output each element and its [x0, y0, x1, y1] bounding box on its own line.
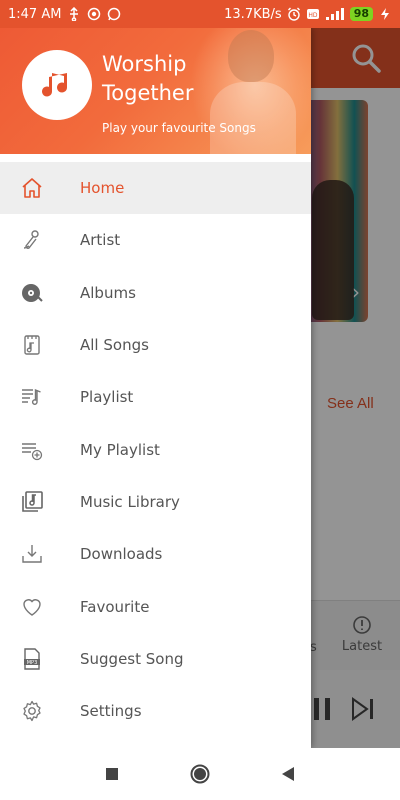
menu-item-suggest-song[interactable]: MP3 Suggest Song: [0, 633, 311, 685]
menu-item-my-playlist[interactable]: My Playlist: [0, 423, 311, 475]
status-time: 1:47 AM: [8, 6, 62, 22]
menu-item-downloads[interactable]: Downloads: [0, 528, 311, 580]
record-icon: [87, 7, 101, 21]
menu-item-playlist[interactable]: Playlist: [0, 371, 311, 423]
menu-label: Home: [80, 179, 125, 198]
menu-label: Music Library: [80, 492, 180, 511]
menu-label: Suggest Song: [80, 649, 184, 668]
app-logo: [22, 50, 92, 120]
menu-item-music-library[interactable]: Music Library: [0, 476, 311, 528]
home-button[interactable]: [187, 761, 213, 787]
menu-item-all-songs[interactable]: All Songs: [0, 319, 311, 371]
menu-label: Favourite: [80, 597, 150, 616]
app-title: Worship Together: [102, 52, 194, 105]
all-songs-icon: [20, 333, 44, 357]
svg-text:HD: HD: [308, 12, 318, 19]
menu-item-albums[interactable]: Albums: [0, 267, 311, 319]
menu-label: Settings: [80, 702, 142, 721]
menu-label: Albums: [80, 283, 136, 302]
network-speed: 13.7KB/s: [224, 6, 282, 22]
status-bar: 1:47 AM 13.7KB/s HD 98: [0, 0, 400, 28]
mp3-file-icon: MP3: [20, 647, 44, 671]
alarm-icon: [287, 7, 301, 21]
whatsapp-icon: [107, 7, 121, 21]
playlist-icon: [20, 385, 44, 409]
drawer-menu: Home Artist Albums All Songs Playlist My…: [0, 154, 311, 737]
menu-item-settings[interactable]: Settings: [0, 685, 311, 737]
system-nav-bar: [0, 748, 400, 800]
my-playlist-icon: [20, 438, 44, 462]
menu-label: All Songs: [80, 336, 149, 355]
volte-icon: HD: [306, 7, 320, 21]
signal-icon: [325, 7, 345, 21]
app-subtitle: Play your favourite Songs: [102, 121, 256, 135]
heart-icon: [20, 595, 44, 619]
svg-text:MP3: MP3: [27, 660, 38, 666]
triangle-back-icon: [282, 767, 294, 781]
album-icon: [20, 281, 44, 305]
menu-label: Playlist: [80, 388, 134, 407]
navigation-drawer: Worship Together Play your favourite Son…: [0, 28, 311, 748]
square-icon: [106, 768, 118, 780]
circle-icon: [190, 764, 210, 784]
home-icon: [20, 176, 44, 200]
battery-level: 98: [349, 7, 373, 21]
download-icon: [20, 542, 44, 566]
usb-icon: [67, 6, 81, 22]
menu-label: Artist: [80, 231, 121, 250]
music-library-icon: [20, 490, 44, 514]
music-note-icon: [42, 73, 67, 97]
menu-label: Downloads: [80, 545, 163, 564]
artist-icon: [20, 228, 44, 252]
gear-icon: [20, 699, 44, 723]
menu-item-favourite[interactable]: Favourite: [0, 580, 311, 632]
drawer-header: Worship Together Play your favourite Son…: [0, 28, 311, 154]
back-button[interactable]: [275, 761, 301, 787]
charging-icon: [378, 7, 392, 21]
menu-item-home[interactable]: Home: [0, 162, 311, 215]
recents-button[interactable]: [99, 761, 125, 787]
menu-label: My Playlist: [80, 440, 160, 459]
menu-item-artist[interactable]: Artist: [0, 214, 311, 266]
